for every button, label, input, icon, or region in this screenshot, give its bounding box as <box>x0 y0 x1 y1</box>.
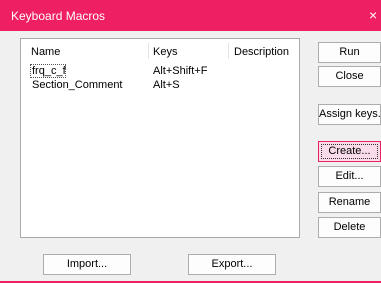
macro-name: Section_Comment <box>32 79 123 91</box>
macro-row-selected[interactable]: frq_c_f Alt+Shift+F <box>22 64 298 78</box>
column-header-name[interactable]: Name <box>31 46 60 58</box>
macro-row[interactable]: Section_Comment Alt+S <box>22 78 298 92</box>
column-divider <box>148 43 149 59</box>
column-header-description[interactable]: Description <box>234 46 289 58</box>
macro-keys: Alt+S <box>153 79 180 91</box>
edit-button[interactable]: Edit... <box>318 166 381 187</box>
title-bar: Keyboard Macros × <box>0 0 381 31</box>
column-divider <box>228 43 229 59</box>
rename-button[interactable]: Rename <box>318 192 381 213</box>
import-button[interactable]: Import... <box>43 254 131 275</box>
export-button[interactable]: Export... <box>188 254 276 275</box>
macro-name: frq_c_f <box>32 65 66 77</box>
keyboard-macros-dialog: Keyboard Macros × Name Keys Description … <box>0 0 381 283</box>
dialog-title: Keyboard Macros <box>11 9 106 23</box>
run-button[interactable]: Run <box>318 42 381 63</box>
column-header-keys[interactable]: Keys <box>153 46 177 58</box>
macro-keys: Alt+Shift+F <box>153 65 208 77</box>
create-button[interactable]: Create... <box>318 141 381 162</box>
assign-keys-button[interactable]: Assign keys... <box>318 104 381 125</box>
close-button[interactable]: Close <box>318 66 381 87</box>
delete-button[interactable]: Delete <box>318 217 381 238</box>
macro-list[interactable]: Name Keys Description frq_c_f Alt+Shift+… <box>20 38 300 238</box>
close-window-icon[interactable]: × <box>369 7 377 23</box>
